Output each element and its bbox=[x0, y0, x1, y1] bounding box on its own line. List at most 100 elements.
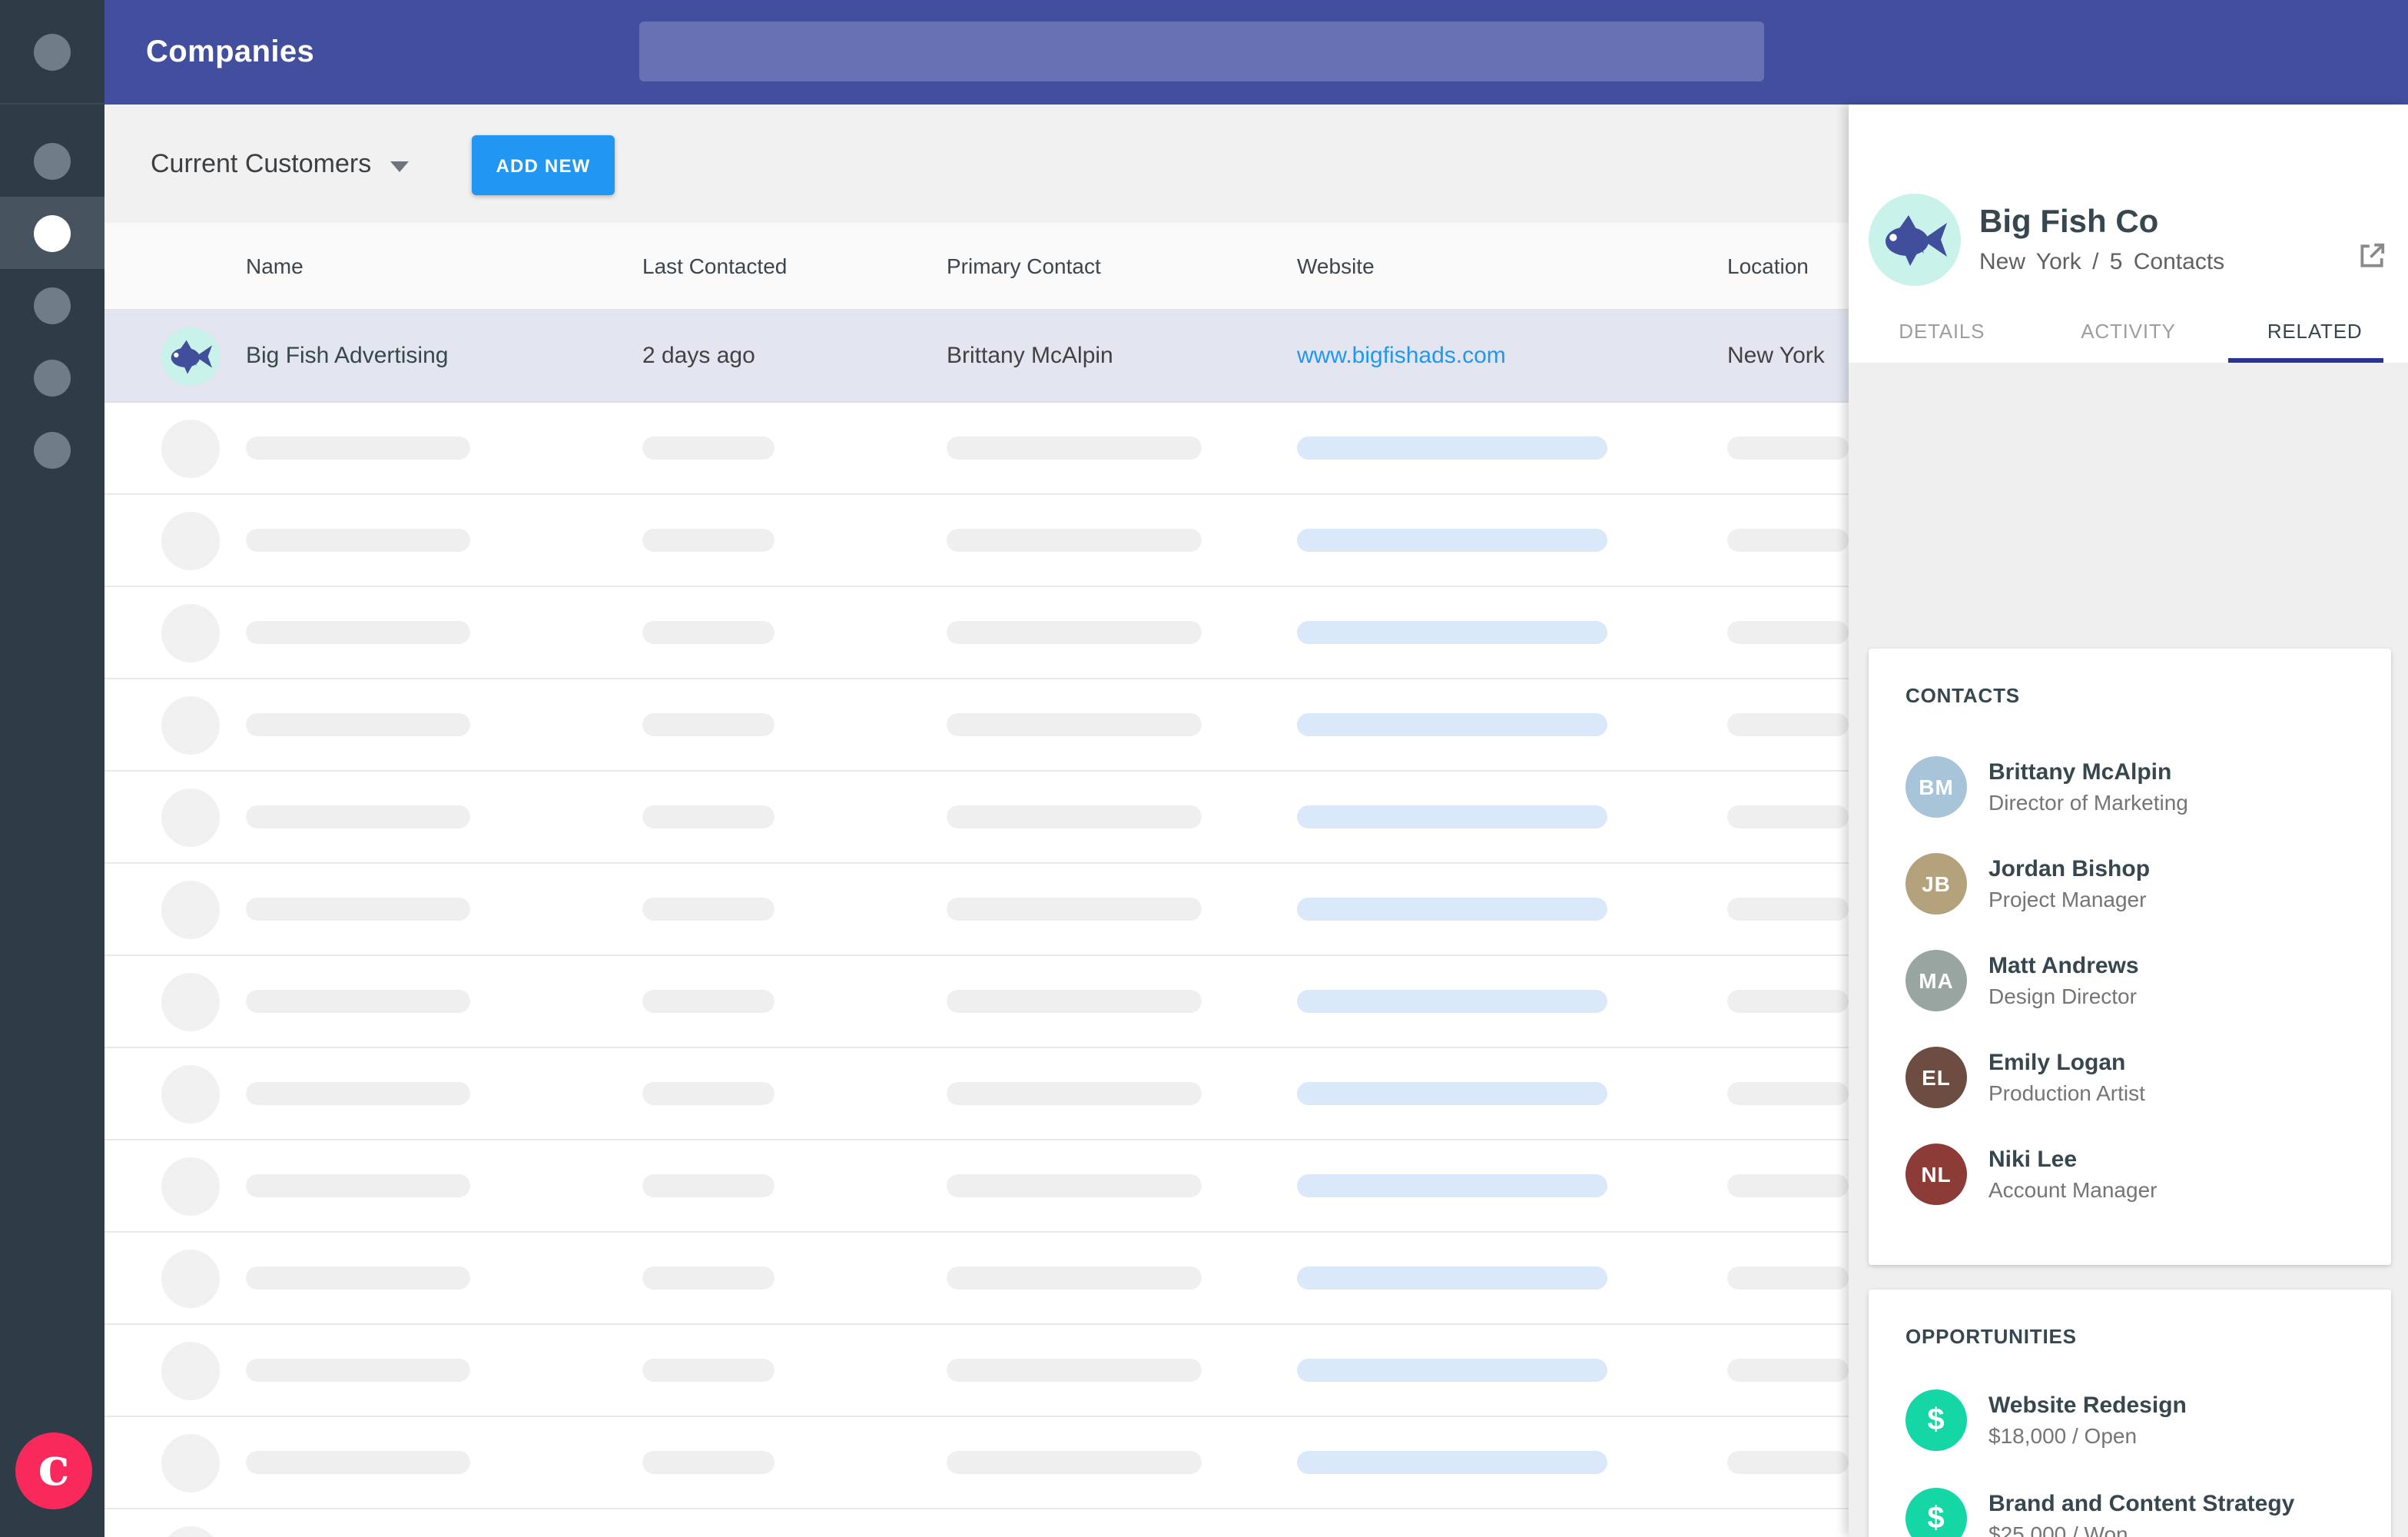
location-placeholder bbox=[1727, 805, 1849, 828]
column-header-website[interactable]: Website bbox=[1297, 254, 1727, 278]
website-placeholder bbox=[1297, 898, 1607, 921]
tab-activity[interactable]: ACTIVITY bbox=[2035, 310, 2222, 363]
tab-details[interactable]: DETAILS bbox=[1849, 310, 2035, 363]
fish-icon bbox=[171, 339, 212, 373]
opportunities-section-title: OPPORTUNITIES bbox=[1906, 1325, 2077, 1348]
last-contacted-placeholder bbox=[642, 805, 774, 828]
open-in-new-icon[interactable] bbox=[2357, 241, 2386, 271]
column-header-name[interactable]: Name bbox=[246, 254, 642, 278]
website-placeholder bbox=[1297, 1266, 1607, 1290]
website-placeholder bbox=[1297, 529, 1607, 552]
table-row-placeholder[interactable] bbox=[104, 403, 1849, 495]
column-header-location[interactable]: Location bbox=[1727, 254, 1849, 278]
table-row-placeholder[interactable] bbox=[104, 1325, 1849, 1417]
sidebar-item-3[interactable] bbox=[0, 269, 104, 341]
name-placeholder bbox=[246, 990, 470, 1013]
opportunities-card: OPPORTUNITIES $ Website Redesign $18,000… bbox=[1869, 1290, 2391, 1537]
sidebar-item-2[interactable] bbox=[0, 197, 104, 269]
opportunity-name: Brand and Content Strategy bbox=[1988, 1491, 2295, 1517]
sidebar-item-5[interactable] bbox=[0, 413, 104, 486]
table-body: Big Fish Advertising 2 days ago Brittany… bbox=[104, 310, 1849, 1537]
table-row-placeholder[interactable] bbox=[104, 864, 1849, 956]
table-row-placeholder[interactable] bbox=[104, 1233, 1849, 1325]
last-contacted-placeholder bbox=[642, 1451, 774, 1474]
contact-avatar: JB bbox=[1906, 852, 1967, 914]
name-placeholder bbox=[246, 1359, 470, 1382]
name-placeholder bbox=[246, 713, 470, 736]
cell-location: New York bbox=[1727, 343, 1825, 369]
top-bar: Companies bbox=[104, 0, 2408, 105]
table-row-placeholder[interactable] bbox=[104, 1417, 1849, 1509]
contact-item[interactable]: JB Jordan Bishop Project Manager bbox=[1869, 835, 2391, 931]
opportunity-detail: $18,000 / Open bbox=[1988, 1423, 2138, 1448]
avatar-placeholder bbox=[161, 972, 220, 1031]
contact-item[interactable]: MA Matt Andrews Design Director bbox=[1869, 931, 2391, 1028]
sidebar-item-1[interactable] bbox=[0, 124, 104, 197]
contact-item[interactable]: NL Niki Lee Account Manager bbox=[1869, 1125, 2391, 1222]
name-placeholder bbox=[246, 621, 470, 644]
location-placeholder bbox=[1727, 713, 1849, 736]
panel-body: CONTACTS BM Brittany McAlpin Director of… bbox=[1849, 363, 2408, 1537]
contact-role: Design Director bbox=[1988, 983, 2137, 1008]
table-row-placeholder[interactable] bbox=[104, 1048, 1849, 1140]
sidebar-app-logo[interactable] bbox=[0, 0, 104, 105]
contact-role: Production Artist bbox=[1988, 1080, 2145, 1104]
website-placeholder bbox=[1297, 621, 1607, 644]
avatar-placeholder bbox=[161, 1249, 220, 1307]
website-placeholder bbox=[1297, 805, 1607, 828]
table-row-placeholder[interactable] bbox=[104, 772, 1849, 864]
location-placeholder bbox=[1727, 898, 1849, 921]
add-new-button[interactable]: ADD NEW bbox=[472, 135, 615, 195]
avatar-placeholder bbox=[161, 1157, 220, 1215]
dollar-icon: $ bbox=[1906, 1389, 1967, 1451]
cell-website-link[interactable]: www.bigfishads.com bbox=[1297, 343, 1506, 369]
primary-contact-placeholder bbox=[947, 1266, 1202, 1290]
detail-panel: Big Fish Co New York / 5 Contacts DETAIL… bbox=[1849, 105, 2408, 1537]
avatar-placeholder bbox=[161, 1341, 220, 1399]
last-contacted-placeholder bbox=[642, 898, 774, 921]
name-placeholder bbox=[246, 437, 470, 460]
table-row-placeholder[interactable] bbox=[104, 495, 1849, 587]
primary-contact-placeholder bbox=[947, 529, 1202, 552]
primary-contact-placeholder bbox=[947, 898, 1202, 921]
copper-logo[interactable]: c bbox=[15, 1432, 92, 1509]
list-filter-dropdown[interactable]: Current Customers bbox=[151, 105, 409, 223]
name-placeholder bbox=[246, 529, 470, 552]
avatar-placeholder bbox=[161, 511, 220, 569]
website-placeholder bbox=[1297, 713, 1607, 736]
company-header: Big Fish Co New York / 5 Contacts bbox=[1869, 194, 2224, 286]
page-title: Companies bbox=[146, 35, 315, 68]
avatar-placeholder bbox=[161, 1525, 220, 1537]
contact-item[interactable]: EL Emily Logan Production Artist bbox=[1869, 1028, 2391, 1125]
table-row-placeholder[interactable] bbox=[104, 1140, 1849, 1233]
primary-contact-placeholder bbox=[947, 437, 1202, 460]
tab-related[interactable]: RELATED bbox=[2221, 310, 2408, 363]
sidebar-item-4[interactable] bbox=[0, 341, 104, 413]
opportunity-name: Website Redesign bbox=[1988, 1393, 2187, 1419]
website-placeholder bbox=[1297, 1082, 1607, 1105]
location-placeholder bbox=[1727, 990, 1849, 1013]
table-row-placeholder[interactable] bbox=[104, 956, 1849, 1048]
last-contacted-placeholder bbox=[642, 1359, 774, 1382]
opportunity-item[interactable]: $ Website Redesign $18,000 / Open bbox=[1869, 1371, 2391, 1469]
list-toolbar: Current Customers ADD NEW bbox=[104, 105, 1849, 223]
column-header-primary-contact[interactable]: Primary Contact bbox=[947, 254, 1297, 278]
copper-logo-glyph: c bbox=[38, 1437, 70, 1499]
contact-item[interactable]: BM Brittany McAlpin Director of Marketin… bbox=[1869, 738, 2391, 835]
opportunity-item[interactable]: $ Brand and Content Strategy $25,000 / W… bbox=[1869, 1469, 2391, 1537]
table-row-placeholder[interactable] bbox=[104, 1509, 1849, 1537]
column-header-last-contacted[interactable]: Last Contacted bbox=[642, 254, 947, 278]
name-placeholder bbox=[246, 1266, 470, 1290]
last-contacted-placeholder bbox=[642, 1266, 774, 1290]
filter-label: Current Customers bbox=[151, 148, 372, 178]
primary-contact-placeholder bbox=[947, 1174, 1202, 1197]
location-placeholder bbox=[1727, 1082, 1849, 1105]
app-logo-icon bbox=[34, 33, 71, 70]
table-row-placeholder[interactable] bbox=[104, 587, 1849, 679]
nav-dot-icon bbox=[34, 287, 71, 324]
table-row-placeholder[interactable] bbox=[104, 679, 1849, 772]
cell-primary-contact: Brittany McAlpin bbox=[947, 343, 1113, 369]
avatar-placeholder bbox=[161, 1064, 220, 1123]
search-input[interactable] bbox=[639, 22, 1764, 81]
table-row-big-fish-advertising[interactable]: Big Fish Advertising 2 days ago Brittany… bbox=[104, 310, 1849, 403]
